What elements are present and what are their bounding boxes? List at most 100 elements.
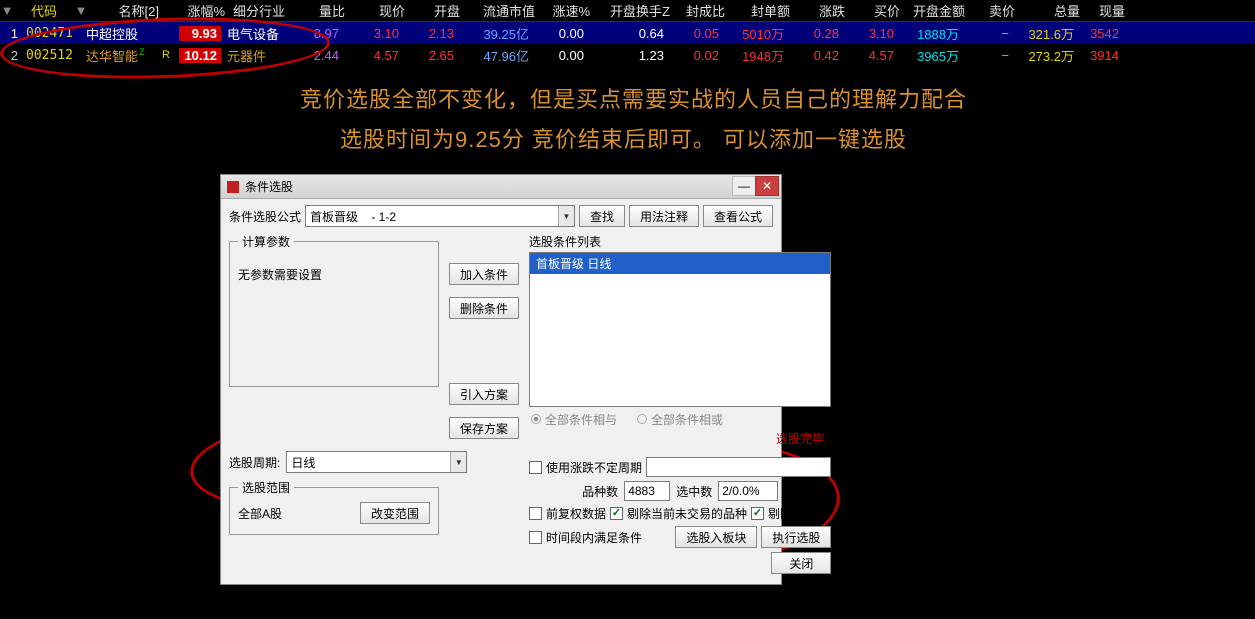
col-vol[interactable]: 总量 <box>1019 1 1084 20</box>
radio-or[interactable]: 全部条件相或 <box>637 411 723 428</box>
col-name[interactable]: 名称[2] <box>88 1 163 20</box>
total-input <box>624 481 670 501</box>
hit-label: 选中数 <box>676 483 712 500</box>
annotation-line1: 竞价选股全部不变化，但是买点需要实战的人员自己的理解力配合 <box>300 82 967 114</box>
range-value: 全部A股 <box>238 505 282 522</box>
col-sealratio[interactable]: 封成比 <box>674 1 729 20</box>
period-input[interactable] <box>287 452 450 472</box>
mcap-cell: 39.25亿 <box>458 24 533 43</box>
last-cell: 3542 <box>1078 26 1123 41</box>
col-pct[interactable]: 涨幅% <box>181 1 229 20</box>
openamt-cell: 1888万 <box>898 24 963 43</box>
open-cell: 2.13 <box>403 26 458 41</box>
sealamt-cell: 5010万 <box>723 24 788 43</box>
col-last[interactable]: 现量 <box>1084 1 1129 20</box>
stock-code: 002471 <box>22 26 82 41</box>
add-condition-button[interactable]: 加入条件 <box>449 263 519 285</box>
sell-cell: − <box>963 48 1013 63</box>
pct-cell: 9.93 <box>175 26 223 41</box>
formula-combo[interactable]: ▼ <box>305 205 575 227</box>
total-label: 品种数 <box>582 483 618 500</box>
col-sealamt[interactable]: 封单额 <box>729 1 794 20</box>
sealratio-cell: 0.05 <box>668 26 723 41</box>
mcap-cell: 47.96亿 <box>458 46 533 65</box>
volratio-cell: 8.97 <box>283 26 343 41</box>
period-combo[interactable]: ▼ <box>286 451 467 473</box>
price-cell: 4.57 <box>343 48 403 63</box>
status-done-text: 选股完毕. <box>529 428 831 453</box>
col-turnover[interactable]: 开盘换手Z <box>594 1 674 20</box>
range-fieldset: 选股范围 全部A股 改变范围 <box>229 479 439 535</box>
chevron-down-icon[interactable]: ▼ <box>558 206 574 226</box>
vol-cell: 321.6万 <box>1013 24 1078 43</box>
to-block-button[interactable]: 选股入板块 <box>675 526 757 548</box>
col-speed[interactable]: 涨速% <box>539 1 594 20</box>
change-range-button[interactable]: 改变范围 <box>360 502 430 524</box>
zd-cell: 0.42 <box>788 48 843 63</box>
zd-cell: 0.28 <box>788 26 843 41</box>
exclude-st-checkbox[interactable] <box>751 507 764 520</box>
use-period-checkbox[interactable] <box>529 461 542 474</box>
table-header: ▼ 代码 ▼ 名称[2] 涨幅% 细分行业 量比 现价 开盘 流通市值 涨速% … <box>0 0 1255 22</box>
close-x-button[interactable]: ✕ <box>755 176 779 196</box>
r-flag: R <box>157 49 175 61</box>
col-price[interactable]: 现价 <box>349 1 409 20</box>
annotation-line2: 选股时间为9.25分 竞价结束后即可。 可以添加一键选股 <box>340 122 907 154</box>
exclude-notrade-label: 剔除当前未交易的品种 <box>627 505 747 522</box>
dd-icon2[interactable]: ▼ <box>74 3 88 18</box>
fuquan-checkbox[interactable] <box>529 507 542 520</box>
period-value-input[interactable] <box>646 457 831 477</box>
col-open[interactable]: 开盘 <box>409 1 464 20</box>
minimize-button[interactable]: — <box>732 176 756 196</box>
table-row[interactable]: 2 002512 达华智能Z R 10.12 元器件 2.44 4.57 2.6… <box>0 44 1255 66</box>
last-cell: 3914 <box>1078 48 1123 63</box>
col-buy[interactable]: 买价 <box>849 1 904 20</box>
turnover-cell: 1.23 <box>588 48 668 63</box>
import-scheme-button[interactable]: 引入方案 <box>449 383 519 405</box>
no-params-text: 无参数需要设置 <box>238 256 430 376</box>
vol-cell: 273.2万 <box>1013 46 1078 65</box>
conditions-listbox[interactable]: 首板晋级 日线 <box>529 252 831 407</box>
conditions-list-label: 选股条件列表 <box>529 233 831 250</box>
sell-cell: − <box>963 26 1013 41</box>
use-period-label: 使用涨跌不定周期 <box>546 459 642 476</box>
params-fieldset: 计算参数 无参数需要设置 <box>229 233 439 387</box>
col-mcap[interactable]: 流通市值 <box>464 1 539 20</box>
fuquan-label: 前复权数据 <box>546 505 606 522</box>
run-selection-button[interactable]: 执行选股 <box>761 526 831 548</box>
col-industry[interactable]: 细分行业 <box>229 1 289 20</box>
dialog-titlebar[interactable]: 条件选股 — ✕ <box>221 175 781 199</box>
stock-name: 中超控股 <box>82 24 157 43</box>
table-row[interactable]: 1 002471 中超控股 9.93 电气设备 8.97 3.10 2.13 3… <box>0 22 1255 44</box>
speed-cell: 0.00 <box>533 26 588 41</box>
col-openamt[interactable]: 开盘金额 <box>904 1 969 20</box>
condition-item[interactable]: 首板晋级 日线 <box>530 253 830 274</box>
dd-icon1[interactable]: ▼ <box>0 3 14 18</box>
usage-button[interactable]: 用法注释 <box>629 205 699 227</box>
col-zd[interactable]: 涨跌 <box>794 1 849 20</box>
radio-and[interactable]: 全部条件相与 <box>531 411 617 428</box>
row-idx: 2 <box>0 48 22 63</box>
delete-condition-button[interactable]: 删除条件 <box>449 297 519 319</box>
timerange-label: 时间段内满足条件 <box>546 529 671 546</box>
formula-input[interactable] <box>306 206 558 226</box>
close-button[interactable]: 关闭 <box>771 552 831 574</box>
price-cell: 3.10 <box>343 26 403 41</box>
turnover-cell: 0.64 <box>588 26 668 41</box>
range-legend: 选股范围 <box>238 479 294 496</box>
timerange-checkbox[interactable] <box>529 531 542 544</box>
formula-label: 条件选股公式 <box>229 208 301 225</box>
col-volratio[interactable]: 量比 <box>289 1 349 20</box>
save-scheme-button[interactable]: 保存方案 <box>449 417 519 439</box>
volratio-cell: 2.44 <box>283 48 343 63</box>
col-sell[interactable]: 卖价 <box>969 1 1019 20</box>
params-legend: 计算参数 <box>238 233 294 250</box>
app-icon <box>227 181 239 193</box>
row-idx: 1 <box>0 26 22 41</box>
find-button[interactable]: 查找 <box>579 205 625 227</box>
view-formula-button[interactable]: 查看公式 <box>703 205 773 227</box>
col-code[interactable]: 代码 <box>14 1 74 20</box>
buy-cell: 3.10 <box>843 26 898 41</box>
exclude-notrade-checkbox[interactable] <box>610 507 623 520</box>
open-cell: 2.65 <box>403 48 458 63</box>
